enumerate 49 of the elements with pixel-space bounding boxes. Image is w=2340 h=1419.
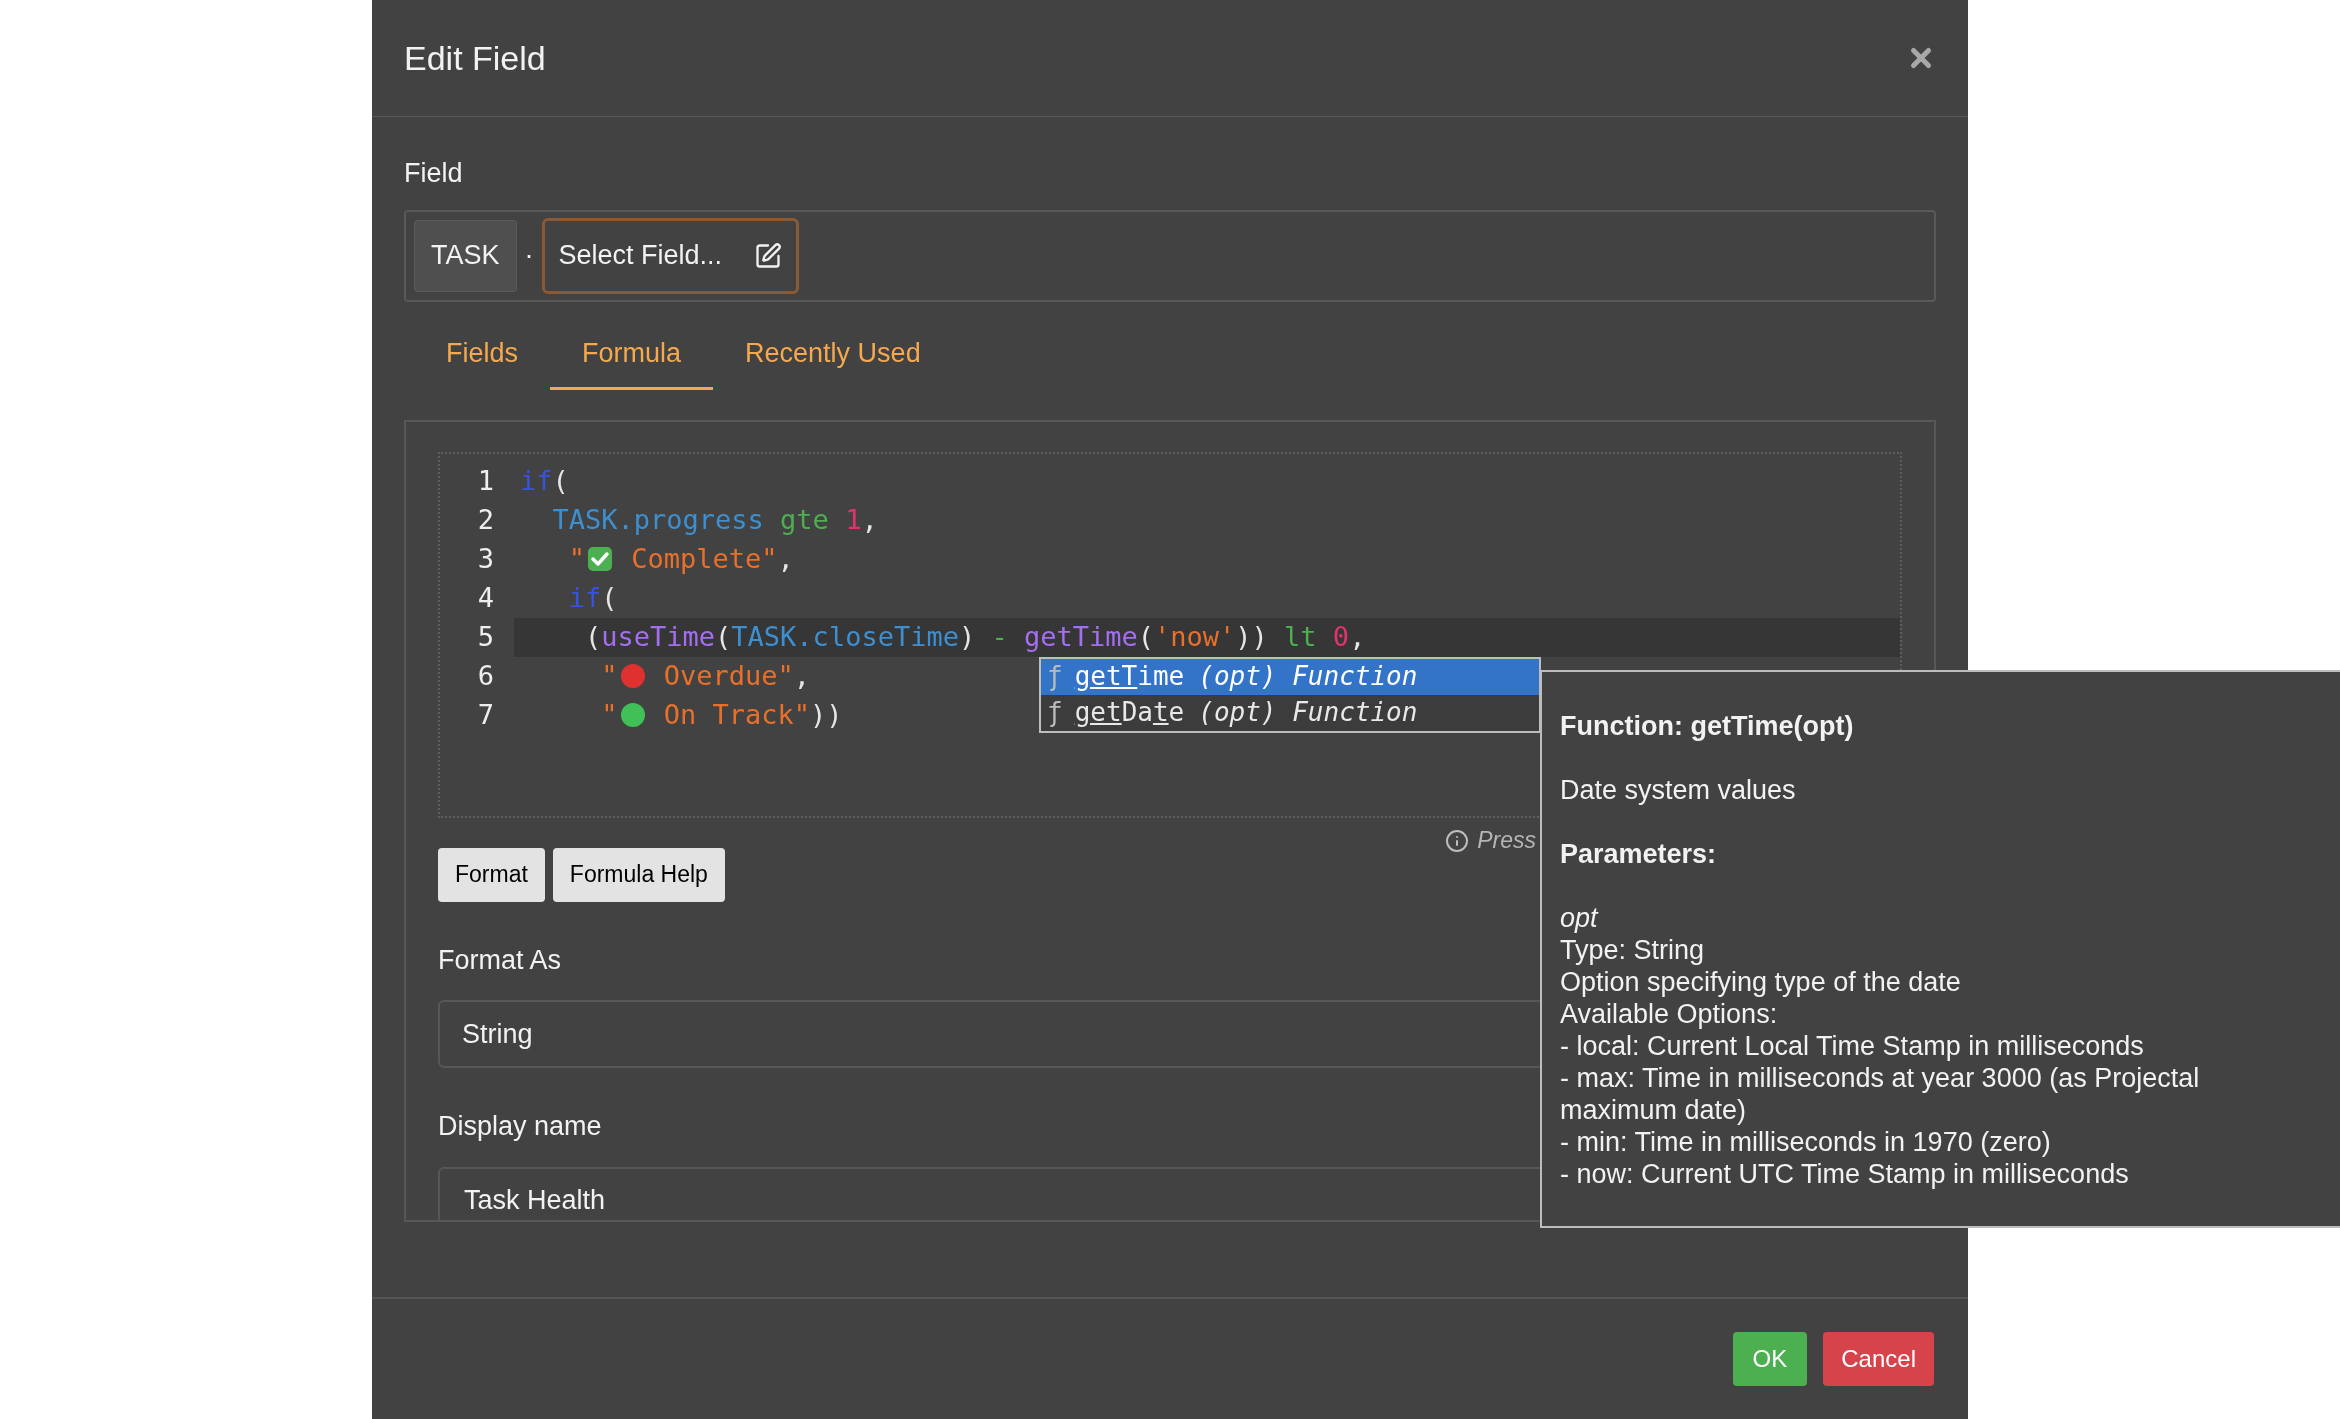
line-number: 6 <box>476 658 495 693</box>
editor-button[interactable]: Formula Help <box>552 847 725 902</box>
matched-text: t <box>1152 696 1169 729</box>
tooltip-line: Type: String <box>1560 934 1706 966</box>
check-emoji-icon <box>587 546 614 572</box>
tooltip-title: Function: getTime(opt) <box>1560 710 1855 742</box>
matched-text: getT <box>1074 660 1138 693</box>
line-number: 5 <box>476 619 495 654</box>
format-as-label: Format As <box>438 943 562 977</box>
matched-text: get <box>1074 696 1122 729</box>
line-number: 2 <box>476 502 495 537</box>
tooltip-line: Option specifying type of the date <box>1560 966 1962 998</box>
display-name-label: Display name <box>438 1110 602 1143</box>
tooltip-description: Date system values <box>1560 774 1797 806</box>
tooltip-line: Available Options: <box>1560 998 1779 1030</box>
line-number: 4 <box>476 580 495 615</box>
info-icon <box>1445 828 1470 853</box>
line-number: 7 <box>476 697 495 732</box>
parameters-heading: Parameters: <box>1560 838 1718 870</box>
cancel-button[interactable]: Cancel <box>1823 1332 1934 1386</box>
edit-icon <box>754 241 783 270</box>
tooltip-line: - min: Time in milliseconds in 1970 (zero) <box>1560 1126 2052 1158</box>
name-text: Da <box>1121 696 1153 729</box>
tab[interactable]: Recently Used <box>713 319 953 390</box>
field-label: Field <box>404 157 464 190</box>
autocomplete-item[interactable]: ƒ getTime (opt) Function <box>1041 658 1539 695</box>
line-number: 3 <box>476 541 495 576</box>
name-text: ime <box>1137 660 1185 693</box>
hint-text: Press <box>1477 826 1536 856</box>
select-field-button[interactable]: Select Field... <box>541 217 800 294</box>
signature-text: (opt) Function <box>1198 696 1418 729</box>
line-number: 1 <box>476 463 495 498</box>
function-symbol: ƒ <box>1047 696 1063 729</box>
editor-button[interactable]: Format <box>438 847 545 902</box>
code-line: TASK.progress gte 1, <box>551 502 879 537</box>
code-line: if( <box>519 463 570 498</box>
tooltip-line: - now: Current UTC Time Stamp in milliseconds <box>1560 1158 2130 1190</box>
tab[interactable]: Fields <box>414 319 551 390</box>
function-symbol: ƒ <box>1047 660 1063 693</box>
dialog-title: Edit Field <box>404 37 546 79</box>
name-text: e <box>1168 696 1185 729</box>
code-line: " Complete", <box>567 541 795 576</box>
entity-chip: TASK <box>414 219 517 292</box>
tab[interactable]: Formula <box>550 319 714 390</box>
signature-text: (opt) Function <box>1198 660 1418 693</box>
code-line: if( <box>567 580 619 615</box>
parameter-name: opt <box>1560 902 1600 934</box>
autocomplete-item[interactable]: ƒ getDate (opt) Function <box>1041 694 1539 731</box>
separator-dot: · <box>524 239 534 273</box>
